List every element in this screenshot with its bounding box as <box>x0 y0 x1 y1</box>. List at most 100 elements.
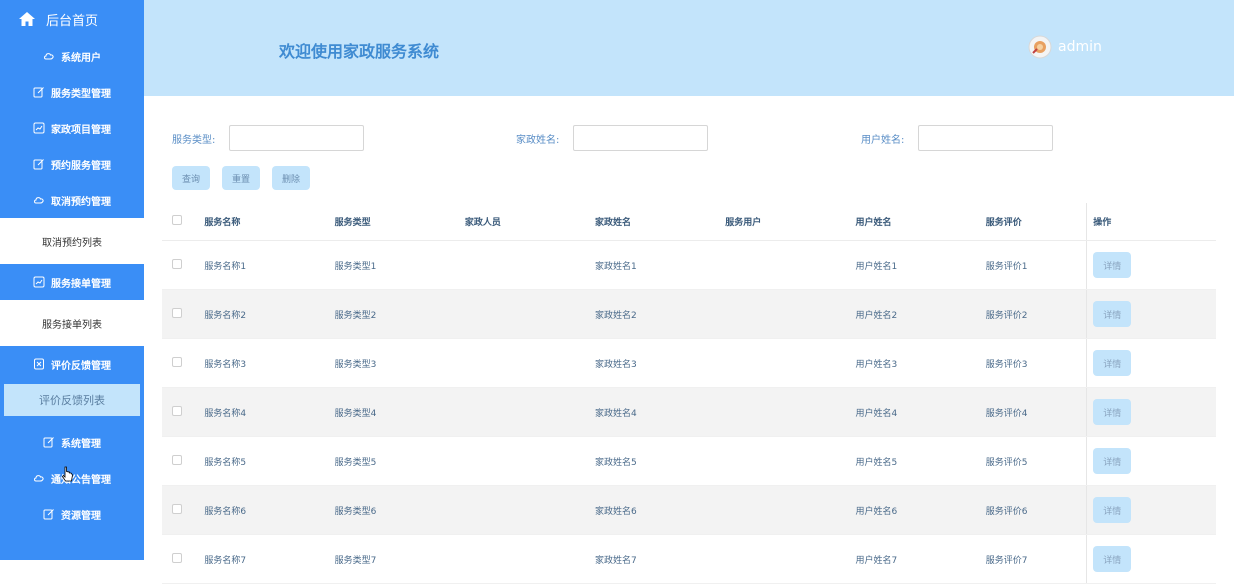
table-cell: 服务评价4 <box>979 387 1087 437</box>
detail-button[interactable]: 详情 <box>1093 497 1132 523</box>
actions-cell: 详情 <box>1086 240 1216 290</box>
query-button[interactable]: 查询 <box>172 166 210 190</box>
table-cell: 服务评价7 <box>979 534 1087 584</box>
user-name-field: 用户姓名: <box>861 125 1054 151</box>
row-select-cell <box>162 240 199 290</box>
table-header: 服务名称 服务类型 家政人员 家政姓名 服务用户 用户姓名 服务评价 操作 <box>162 203 1216 241</box>
service-type-input[interactable] <box>229 125 365 151</box>
row-checkbox[interactable] <box>172 307 182 318</box>
table-cell: 服务名称1 <box>198 240 329 290</box>
sidebar-item-order-label: 服务接单管理 <box>51 278 111 290</box>
sidebar-item[interactable]: 系统管理 <box>0 424 144 460</box>
table-cell <box>719 485 850 535</box>
actions-cell: 详情 <box>1086 289 1216 339</box>
table-cell <box>458 338 590 388</box>
edit-icon <box>43 509 54 520</box>
row-select-cell <box>162 534 199 584</box>
sidebar-item-label: 系统管理 <box>61 438 101 450</box>
delete-button[interactable]: 删除 <box>272 166 310 190</box>
sidebar-sub-cancel-list[interactable]: 取消预约列表 <box>0 222 144 260</box>
sidebar-item-feedback-label: 评价反馈管理 <box>51 360 111 372</box>
chart-icon <box>33 122 45 134</box>
table-cell <box>458 534 590 584</box>
table-cell: 服务评价6 <box>979 485 1087 535</box>
table-cell <box>458 289 590 339</box>
table-row: 服务名称6 服务类型6 家政姓名6 用户姓名6 服务评价6 详情 <box>162 485 1216 535</box>
sidebar-item-label: 通知公告管理 <box>51 474 111 486</box>
sidebar-home[interactable]: 后台首页 <box>0 0 144 38</box>
sidebar-item[interactable]: 预约服务管理 <box>0 146 144 182</box>
table-row: 服务名称1 服务类型1 家政姓名1 用户姓名1 服务评价1 详情 <box>162 240 1216 290</box>
table-cell: 用户姓名4 <box>849 387 980 437</box>
table-cell <box>719 289 850 339</box>
user-menu[interactable]: admin <box>1028 35 1102 59</box>
action-buttons: 查询 重置 删除 <box>172 166 322 190</box>
col-header: 家政姓名 <box>589 203 720 241</box>
sidebar-sub-order-list[interactable]: 服务接单列表 <box>0 304 144 342</box>
cloud-icon <box>34 475 44 482</box>
detail-button[interactable]: 详情 <box>1093 301 1132 327</box>
table-cell: 服务评价2 <box>979 289 1087 339</box>
sidebar-item[interactable]: 服务类型管理 <box>0 74 144 110</box>
table-cell: 服务名称6 <box>198 485 329 535</box>
table-row: 服务名称3 服务类型3 家政姓名3 用户姓名3 服务评价3 详情 <box>162 338 1216 388</box>
actions-cell: 详情 <box>1086 387 1216 437</box>
submenu-feedback: 评价反馈列表 <box>0 384 144 416</box>
row-checkbox[interactable] <box>172 405 182 416</box>
table-cell: 用户姓名3 <box>849 338 980 388</box>
table-cell: 家政姓名5 <box>589 436 720 486</box>
sidebar-item-order[interactable]: 服务接单管理 <box>0 264 144 300</box>
sidebar-item-label: 服务类型管理 <box>51 88 111 100</box>
table-row: 服务名称4 服务类型4 家政姓名4 用户姓名4 服务评价4 详情 <box>162 387 1216 437</box>
chart-icon <box>33 276 45 288</box>
detail-button[interactable]: 详情 <box>1093 399 1132 425</box>
table-cell <box>719 387 850 437</box>
sidebar-item-feedback[interactable]: 评价反馈管理 <box>0 346 144 382</box>
row-checkbox[interactable] <box>172 454 182 465</box>
sidebar-item[interactable]: 系统用户 <box>0 38 144 74</box>
table-cell <box>458 485 590 535</box>
detail-button[interactable]: 详情 <box>1093 546 1132 572</box>
table-row: 服务名称2 服务类型2 家政姓名2 用户姓名2 服务评价2 详情 <box>162 289 1216 339</box>
table-cell: 服务类型6 <box>328 485 459 535</box>
row-checkbox[interactable] <box>172 356 182 367</box>
service-type-label: 服务类型: <box>172 134 216 146</box>
table-row: 服务名称5 服务类型5 家政姓名5 用户姓名5 服务评价5 详情 <box>162 436 1216 486</box>
sidebar-sub-order-label: 服务接单列表 <box>42 319 102 331</box>
col-header: 服务评价 <box>979 203 1087 241</box>
sidebar-home-label: 后台首页 <box>46 13 99 29</box>
col-header: 服务用户 <box>719 203 850 241</box>
sidebar-item[interactable]: 家政项目管理 <box>0 110 144 146</box>
sidebar-item[interactable]: 资源管理 <box>0 496 144 532</box>
housekeeper-input[interactable] <box>573 125 709 151</box>
table-cell <box>719 240 850 290</box>
table-cell <box>719 534 850 584</box>
sidebar-item-label: 预约服务管理 <box>51 160 111 172</box>
header: 欢迎使用家政服务系统 admin <box>144 0 1234 96</box>
row-checkbox[interactable] <box>172 552 182 563</box>
detail-button[interactable]: 详情 <box>1093 252 1132 278</box>
actions-cell: 详情 <box>1086 534 1216 584</box>
detail-button[interactable]: 详情 <box>1093 448 1132 474</box>
document-icon <box>34 358 44 370</box>
table-cell: 用户姓名6 <box>849 485 980 535</box>
row-select-cell <box>162 387 199 437</box>
row-checkbox[interactable] <box>172 258 182 269</box>
detail-button[interactable]: 详情 <box>1093 350 1132 376</box>
select-all-checkbox[interactable] <box>172 215 182 225</box>
row-checkbox[interactable] <box>172 503 182 514</box>
table-cell: 家政姓名2 <box>589 289 720 339</box>
submenu-cancel: 取消预约列表 <box>0 218 144 264</box>
table-cell <box>458 240 590 290</box>
reset-button[interactable]: 重置 <box>222 166 260 190</box>
table-cell: 服务评价1 <box>979 240 1087 290</box>
sidebar-item-label: 系统用户 <box>61 52 101 64</box>
edit-icon <box>43 437 54 448</box>
table-cell <box>458 436 590 486</box>
col-header: 服务名称 <box>198 203 329 241</box>
sidebar-sub-feedback-list[interactable]: 评价反馈列表 <box>4 384 140 416</box>
sidebar-item-label: 取消预约管理 <box>51 196 111 208</box>
sidebar-item[interactable]: 取消预约管理 <box>0 182 144 218</box>
user-name-input[interactable] <box>918 125 1054 151</box>
avatar <box>1028 35 1052 59</box>
